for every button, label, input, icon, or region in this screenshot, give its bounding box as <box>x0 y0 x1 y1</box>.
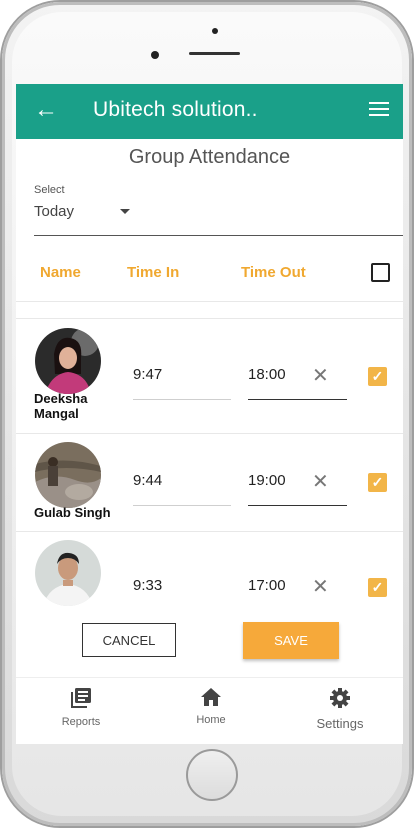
time-in-field[interactable]: 9:33 <box>133 577 162 594</box>
front-camera <box>151 51 159 59</box>
clear-icon[interactable]: ✕ <box>312 472 329 492</box>
select-label: Select <box>34 184 65 196</box>
dropdown-underline <box>34 235 403 236</box>
sensor-dot <box>212 28 218 34</box>
time-in-underline <box>133 505 231 506</box>
time-out-field[interactable]: 17:00 <box>248 577 286 594</box>
time-in-field[interactable]: 9:47 <box>133 366 162 383</box>
time-out-underline <box>248 505 347 506</box>
home-icon <box>201 688 221 706</box>
reports-icon <box>71 688 91 708</box>
employee-name: Deeksha Mangal <box>34 391 88 421</box>
time-out-underline <box>248 399 347 400</box>
nav-label: Home <box>196 714 226 726</box>
hamburger-menu-icon[interactable] <box>369 102 389 120</box>
divider <box>16 318 403 319</box>
nav-label: Reports <box>61 716 101 728</box>
avatar <box>35 328 101 394</box>
nav-label: Settings <box>316 716 364 731</box>
column-header-time-out: Time Out <box>241 264 306 281</box>
nav-item-home[interactable]: Home <box>186 688 236 726</box>
time-out-field[interactable]: 18:00 <box>248 366 286 383</box>
employee-name: Gulab Singh <box>34 505 111 520</box>
row-checkbox[interactable]: ✓ <box>368 578 387 597</box>
table-row: Deeksha Mangal 9:47 18:00 ✕ ✓ <box>16 324 403 430</box>
page-title: Group Attendance <box>128 146 291 168</box>
column-header-time-in: Time In <box>127 264 180 281</box>
time-out-field[interactable]: 19:00 <box>248 472 286 489</box>
cancel-button[interactable]: CANCEL <box>82 623 176 657</box>
table-row: 9:33 17:00 ✕ ✓ <box>16 539 403 645</box>
divider <box>16 531 403 532</box>
row-checkbox[interactable]: ✓ <box>368 367 387 386</box>
divider <box>16 433 403 434</box>
avatar <box>35 540 101 606</box>
avatar-photo <box>35 540 101 606</box>
earpiece-speaker <box>189 52 240 55</box>
select-all-checkbox[interactable] <box>371 263 390 282</box>
table-row: Gulab Singh 9:44 19:00 ✕ ✓ <box>16 439 403 545</box>
app-bar: ← Ubitech solution.. <box>16 84 403 139</box>
avatar-photo <box>35 442 101 508</box>
arrow-left-icon[interactable]: ← <box>34 97 58 123</box>
time-in-field[interactable]: 9:44 <box>133 472 162 489</box>
clear-icon[interactable]: ✕ <box>312 577 329 597</box>
chevron-down-icon[interactable] <box>120 209 130 214</box>
app-screen: ← Ubitech solution.. Group Attendance Se… <box>16 84 403 744</box>
save-button[interactable]: SAVE <box>243 622 339 659</box>
gear-icon <box>330 688 350 708</box>
time-in-underline <box>133 399 231 400</box>
date-range-dropdown[interactable]: Today <box>34 203 74 220</box>
clear-icon[interactable]: ✕ <box>312 366 329 386</box>
column-header-name: Name <box>40 264 81 281</box>
bottom-navigation: Reports Home Settings <box>16 677 403 744</box>
app-title: Ubitech solution.. <box>93 98 258 121</box>
hardware-home-button[interactable] <box>186 749 238 801</box>
row-checkbox[interactable]: ✓ <box>368 473 387 492</box>
nav-item-settings[interactable]: Settings <box>310 688 370 731</box>
avatar-photo <box>35 328 101 394</box>
avatar <box>35 442 101 508</box>
nav-item-reports[interactable]: Reports <box>56 688 106 728</box>
divider <box>16 301 403 302</box>
